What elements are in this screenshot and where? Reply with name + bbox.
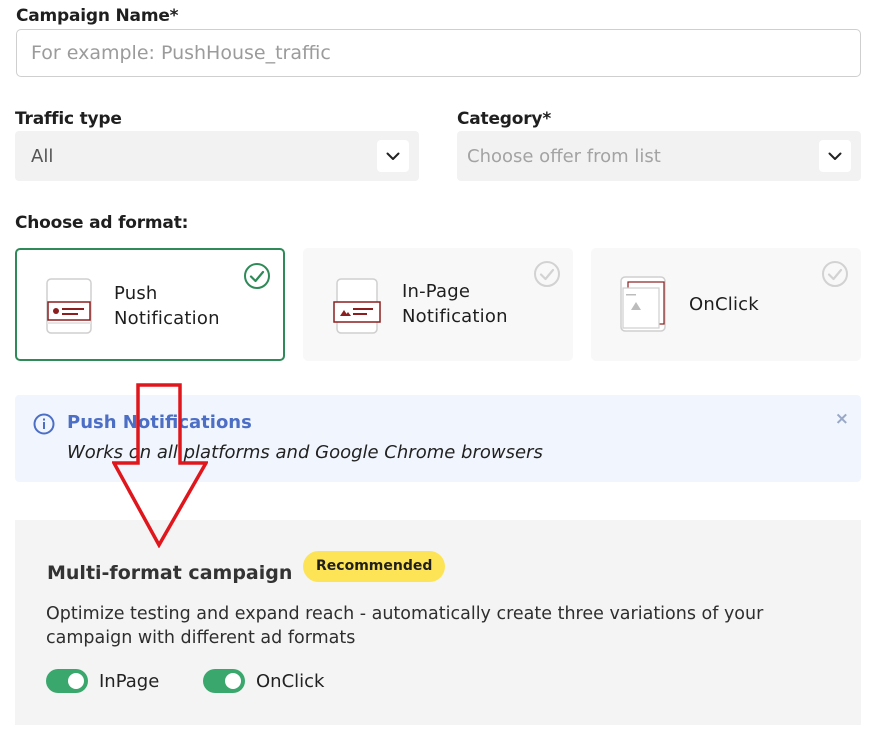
check-circle-icon [534, 261, 560, 287]
multi-format-title: Multi-format campaign [47, 562, 293, 584]
category-label: Category* [457, 109, 552, 129]
campaign-name-label: Campaign Name* [16, 6, 179, 26]
info-banner: Push Notifications Works on all platform… [15, 395, 861, 482]
inpage-notification-illustration-icon [333, 278, 381, 334]
chevron-down-icon[interactable] [377, 140, 409, 172]
category-placeholder: Choose offer from list [467, 145, 661, 167]
multi-format-description: Optimize testing and expand reach - auto… [46, 604, 764, 648]
ad-format-card-onclick[interactable]: OnClick [591, 248, 861, 361]
ad-format-card-push[interactable]: Push Notification [15, 248, 285, 361]
traffic-type-select[interactable]: All [15, 131, 419, 181]
traffic-type-value: All [31, 145, 54, 167]
ad-format-card-label: OnClick [689, 294, 759, 315]
ad-format-card-label: Push Notification [114, 283, 220, 329]
info-text: Works on all platforms and Google Chrome… [67, 442, 543, 463]
toggle-label: InPage [99, 670, 160, 692]
info-icon [33, 413, 55, 435]
ad-format-card-label: In-Page Notification [402, 281, 508, 327]
close-icon[interactable]: × [835, 409, 849, 429]
ad-format-label: Choose ad format: [15, 213, 189, 233]
campaign-name-input[interactable] [16, 29, 861, 77]
toggle-onclick-row: OnClick [203, 669, 324, 693]
chevron-down-icon[interactable] [819, 140, 851, 172]
push-notification-illustration-icon [46, 278, 92, 334]
check-circle-icon [244, 263, 270, 289]
check-circle-icon [822, 261, 848, 287]
traffic-type-label: Traffic type [15, 109, 122, 129]
toggle-label: OnClick [256, 670, 325, 692]
onclick-illustration-icon [620, 276, 666, 332]
ad-format-card-inpage[interactable]: In-Page Notification [303, 248, 573, 361]
recommended-badge: Recommended [303, 551, 446, 582]
inpage-toggle[interactable] [46, 669, 88, 693]
toggle-inpage-row: InPage [46, 669, 159, 693]
multi-format-panel: Multi-format campaign Recommended Optimi… [15, 520, 861, 725]
info-title: Push Notifications [67, 412, 252, 433]
onclick-toggle[interactable] [203, 669, 245, 693]
category-select[interactable]: Choose offer from list [457, 131, 861, 181]
